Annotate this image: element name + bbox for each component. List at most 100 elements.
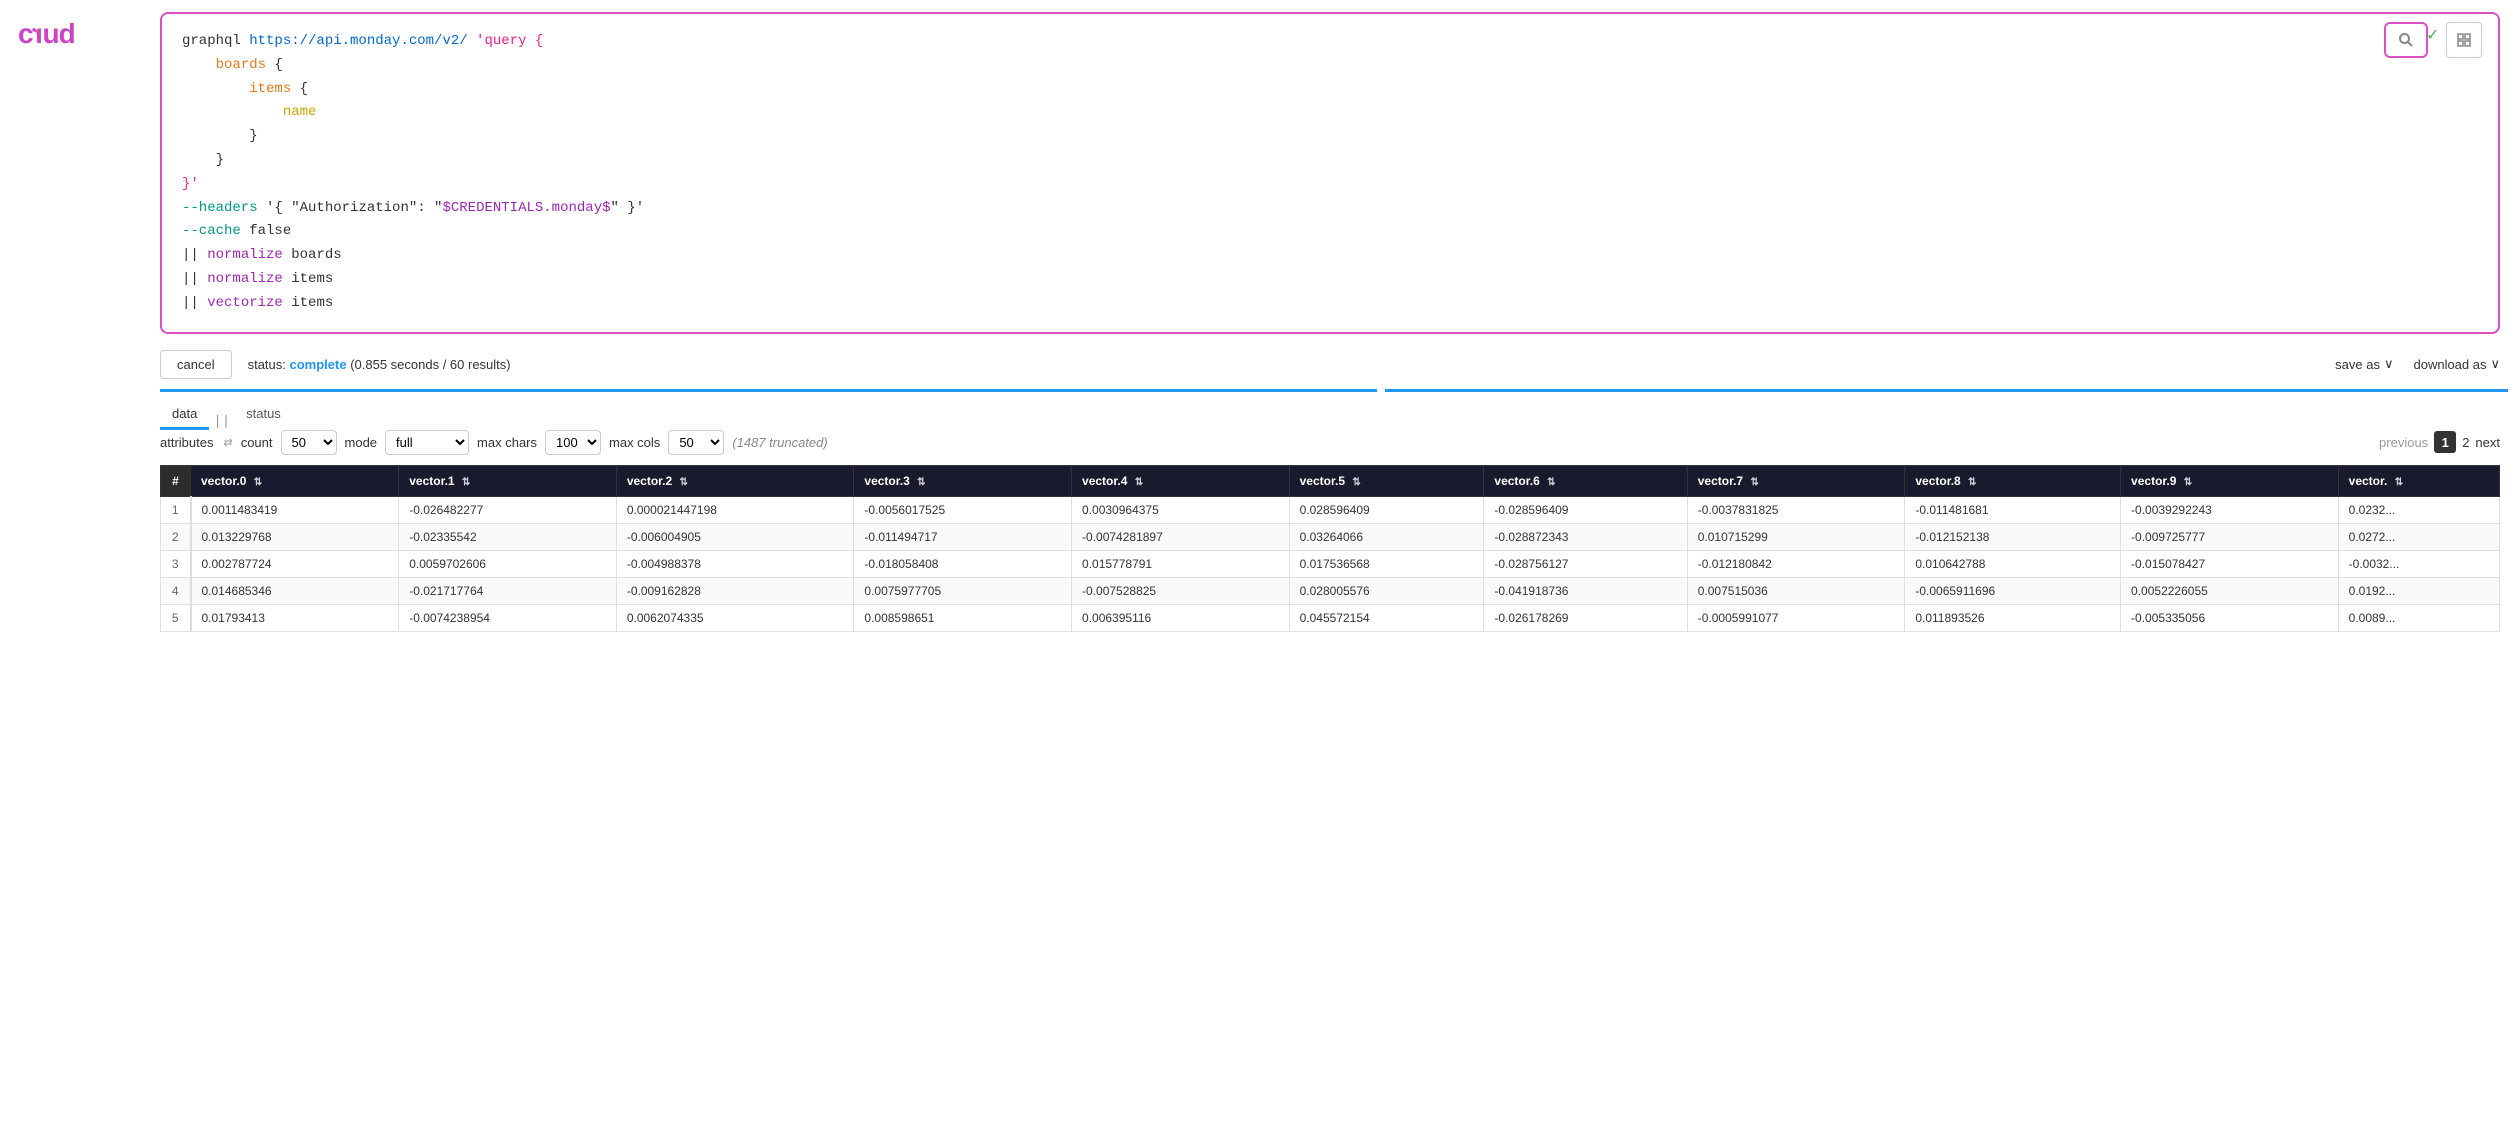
sort-icon: ⇅ xyxy=(462,477,470,488)
grid-button[interactable] xyxy=(2446,22,2482,58)
table-col-vector.1[interactable]: vector.1 ⇅ xyxy=(399,465,617,496)
truncated-info: (1487 truncated) xyxy=(732,435,827,450)
table-col-vector.2[interactable]: vector.2 ⇅ xyxy=(616,465,854,496)
status-detail: (0.855 seconds / 60 results) xyxy=(347,357,511,372)
sort-icon: ⇅ xyxy=(1135,477,1143,488)
tab-data[interactable]: data xyxy=(160,400,209,430)
table-row: 50.01793413-0.00742389540.00620743350.00… xyxy=(161,604,2500,631)
code-token: }' xyxy=(182,176,199,192)
cell-vector.5: 0.028596409 xyxy=(1289,496,1484,523)
sort-icon: ⇅ xyxy=(680,477,688,488)
code-line: || normalize items xyxy=(182,268,2478,292)
table-col-vector.5[interactable]: vector.5 ⇅ xyxy=(1289,465,1484,496)
table-col-vector.6[interactable]: vector.6 ⇅ xyxy=(1484,465,1687,496)
page-1-button[interactable]: 1 xyxy=(2434,431,2456,453)
row-num: 4 xyxy=(161,577,191,604)
status-complete: complete xyxy=(290,357,347,372)
cell-vector.8: -0.012152138 xyxy=(1905,523,2121,550)
table-col-vector.x[interactable]: vector. ⇅ xyxy=(2338,465,2499,496)
cell-vector.8: -0.011481681 xyxy=(1905,496,2121,523)
cell-vector.x: 0.0089... xyxy=(2338,604,2499,631)
download-as-chevron: ∨ xyxy=(2490,356,2500,372)
cell-vector.5: 0.03264066 xyxy=(1289,523,1484,550)
max-cols-select[interactable]: 50 25 100 xyxy=(668,430,724,455)
table-col-vector.9[interactable]: vector.9 ⇅ xyxy=(2121,465,2339,496)
code-token: { xyxy=(266,57,283,73)
code-token: vectorize xyxy=(207,295,283,311)
code-line: items { xyxy=(182,78,2478,102)
code-token: } xyxy=(216,152,224,168)
code-token: } xyxy=(249,128,257,144)
status-prefix: status: xyxy=(248,357,290,372)
code-token: name xyxy=(283,104,317,120)
code-line: }' xyxy=(182,173,2478,197)
table-col-num[interactable]: # xyxy=(161,465,191,496)
code-token: items xyxy=(249,81,291,97)
cancel-button[interactable]: cancel xyxy=(160,350,232,379)
sort-icon: ⇅ xyxy=(1547,477,1555,488)
code-token: normalize xyxy=(207,271,283,287)
code-token: false xyxy=(241,223,291,239)
tab-status[interactable]: status xyxy=(234,400,293,430)
code-line: } xyxy=(182,149,2478,173)
table-col-vector.4[interactable]: vector.4 ⇅ xyxy=(1072,465,1290,496)
next-button[interactable]: next xyxy=(2475,435,2500,450)
cell-vector.2: 0.000021447198 xyxy=(616,496,854,523)
code-line: boards { xyxy=(182,54,2478,78)
check-icon: ✓ xyxy=(2427,24,2438,46)
cell-vector.1: -0.021717764 xyxy=(399,577,617,604)
logo-u: u xyxy=(42,18,58,49)
code-token: " }' xyxy=(611,200,645,216)
cell-vector.x: -0.0032... xyxy=(2338,550,2499,577)
table-col-vector.8[interactable]: vector.8 ⇅ xyxy=(1905,465,2121,496)
cell-vector.1: 0.0059702606 xyxy=(399,550,617,577)
cell-vector.2: -0.004988378 xyxy=(616,550,854,577)
code-line: || normalize boards xyxy=(182,244,2478,268)
tab-bar: data || status xyxy=(160,400,2500,430)
cell-vector.6: -0.026178269 xyxy=(1484,604,1687,631)
page-2-button[interactable]: 2 xyxy=(2462,435,2469,450)
row-num: 2 xyxy=(161,523,191,550)
save-as-button[interactable]: save as ∨ xyxy=(2335,356,2393,372)
cell-vector.1: -0.0074238954 xyxy=(399,604,617,631)
cell-vector.3: 0.0075977705 xyxy=(854,577,1072,604)
logo-d: d xyxy=(59,18,75,49)
max-chars-select[interactable]: 100 50 200 500 xyxy=(545,430,601,455)
cell-vector.0: 0.014685346 xyxy=(191,577,399,604)
code-token: items xyxy=(283,295,333,311)
code-line: || vectorize items xyxy=(182,292,2478,316)
download-as-label: download as xyxy=(2413,357,2486,372)
cell-vector.0: 0.0011483419 xyxy=(191,496,399,523)
code-line: name xyxy=(182,101,2478,125)
table-col-vector.0[interactable]: vector.0 ⇅ xyxy=(191,465,399,496)
pagination: previous 1 2 next xyxy=(2379,431,2500,453)
download-as-button[interactable]: download as ∨ xyxy=(2413,356,2500,372)
table-body: 10.0011483419-0.0264822770.000021447198-… xyxy=(161,496,2500,631)
table-col-vector.7[interactable]: vector.7 ⇅ xyxy=(1687,465,1905,496)
cell-vector.2: -0.006004905 xyxy=(616,523,854,550)
code-block: graphql https://api.monday.com/v2/ 'quer… xyxy=(182,30,2478,316)
cell-vector.4: -0.0074281897 xyxy=(1072,523,1290,550)
controls-row: attributes ⇄ count 50 25 100 200 mode fu… xyxy=(160,430,2500,455)
code-token: || xyxy=(182,295,207,311)
attributes-label: attributes xyxy=(160,435,213,450)
table-row: 30.0027877240.0059702606-0.004988378-0.0… xyxy=(161,550,2500,577)
search-button[interactable] xyxy=(2384,22,2428,58)
cell-vector.6: -0.041918736 xyxy=(1484,577,1687,604)
cell-vector.5: 0.045572154 xyxy=(1289,604,1484,631)
query-editor: ✓ graphql https://api.monday.com/v2/ 'qu… xyxy=(160,12,2500,334)
table-col-vector.3[interactable]: vector.3 ⇅ xyxy=(854,465,1072,496)
cell-vector.0: 0.013229768 xyxy=(191,523,399,550)
data-table: #vector.0 ⇅vector.1 ⇅vector.2 ⇅vector.3 … xyxy=(160,465,2500,632)
code-token: boards xyxy=(216,57,266,73)
logo-r: r xyxy=(33,18,43,50)
cell-vector.7: -0.012180842 xyxy=(1687,550,1905,577)
mode-select[interactable]: full compact minimal xyxy=(385,430,469,455)
cell-vector.9: -0.0039292243 xyxy=(2121,496,2339,523)
count-select[interactable]: 50 25 100 200 xyxy=(281,430,337,455)
code-line: } xyxy=(182,125,2478,149)
code-token: normalize xyxy=(207,247,283,263)
code-token: items xyxy=(283,271,333,287)
cell-vector.6: -0.028596409 xyxy=(1484,496,1687,523)
tab-divider: || xyxy=(209,414,234,430)
